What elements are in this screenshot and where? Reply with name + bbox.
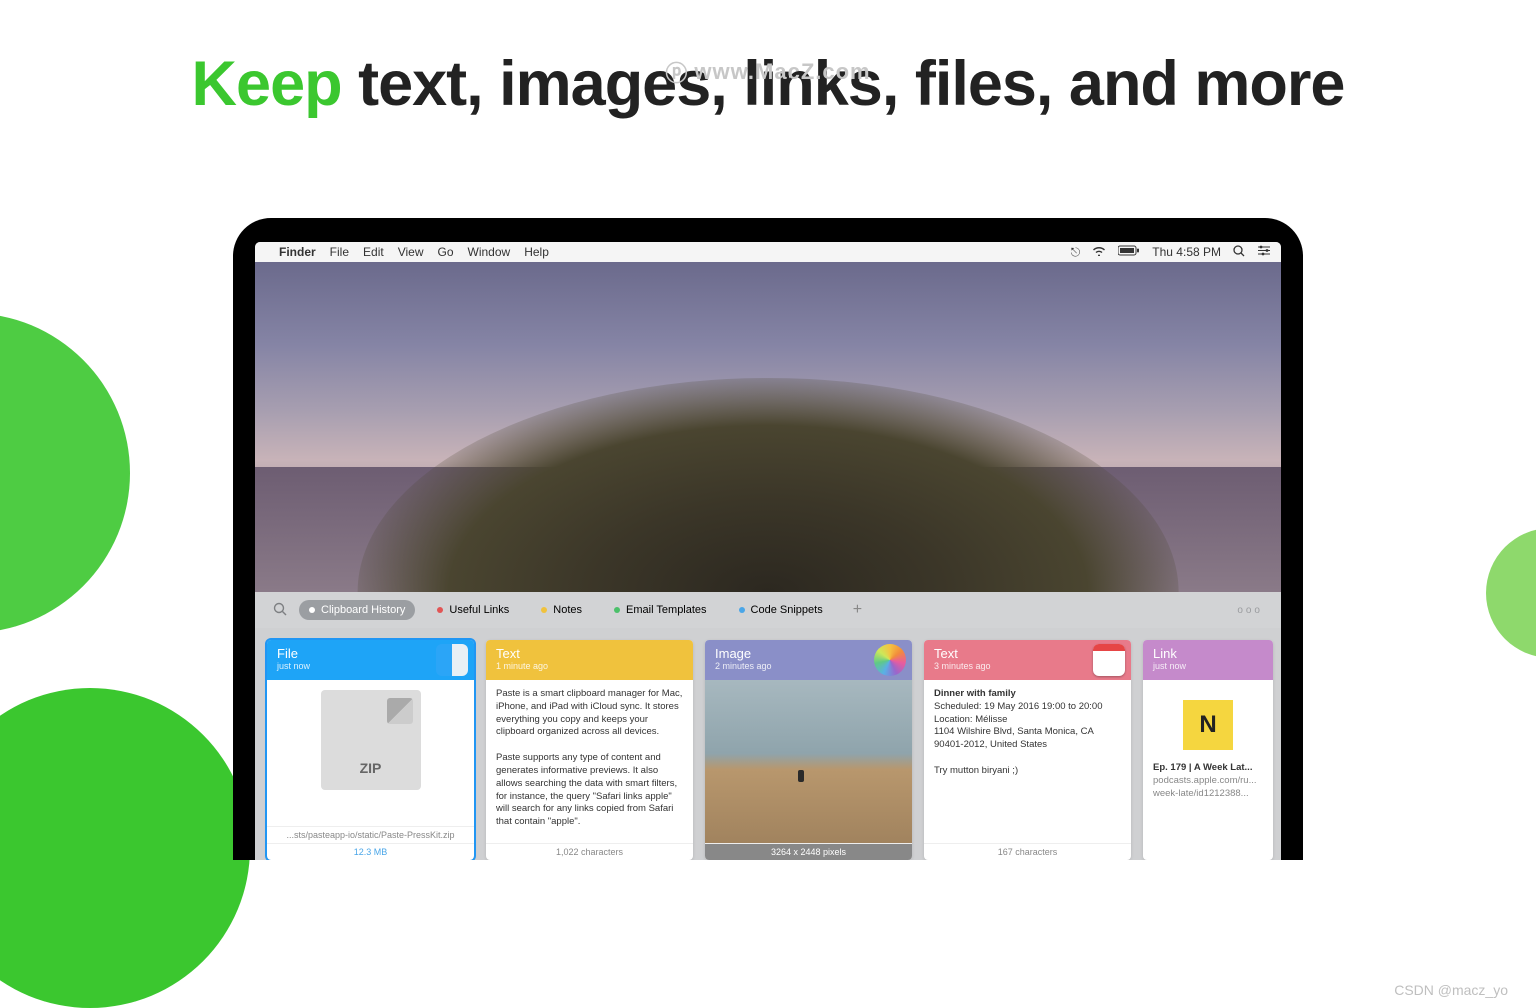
watermark-bottom: CSDN @macz_yo <box>1394 982 1508 998</box>
more-button[interactable]: ooo <box>1237 605 1263 616</box>
card-footer: 167 characters <box>924 843 1131 860</box>
paste-category-bar: Clipboard History Useful Links Notes Ema… <box>255 592 1281 628</box>
pill-notes[interactable]: Notes <box>531 600 592 620</box>
photos-icon <box>874 644 906 676</box>
text-paragraph: Paste supports any type of content and g… <box>496 752 683 829</box>
card-title: Text <box>496 646 683 661</box>
text-paragraph: Paste is a smart clipboard manager for M… <box>496 688 683 739</box>
card-title: Link <box>1153 646 1263 661</box>
decor-circle <box>0 313 130 633</box>
event-line: 1104 Wilshire Blvd, Santa Monica, CA 904… <box>934 726 1093 750</box>
link-url: podcasts.apple.com/ru... <box>1153 775 1257 786</box>
card-footer-size: 12.3 MB <box>267 843 474 860</box>
wifi-icon[interactable] <box>1092 245 1106 259</box>
menubar-item-window[interactable]: Window <box>468 245 511 259</box>
finder-icon <box>436 644 468 676</box>
menubar-app-name[interactable]: Finder <box>279 245 316 259</box>
menubar-time[interactable]: Thu 4:58 PM <box>1152 245 1221 259</box>
pill-email-templates[interactable]: Email Templates <box>604 600 717 620</box>
pill-clipboard-history[interactable]: Clipboard History <box>299 600 415 620</box>
battery-icon[interactable] <box>1118 245 1140 259</box>
menubar-item-go[interactable]: Go <box>438 245 454 259</box>
desktop-wallpaper <box>255 262 1281 592</box>
card-footer: 3264 x 2448 pixels <box>705 843 912 860</box>
add-category-button[interactable]: + <box>853 601 862 619</box>
laptop-mockup: Finder File Edit View Go Window Help ⎋ <box>233 218 1303 860</box>
search-icon[interactable] <box>273 602 287 619</box>
location-icon[interactable]: ⎋ <box>1071 245 1081 260</box>
spotlight-icon[interactable] <box>1233 245 1245 260</box>
link-title: Ep. 179 | A Week Lat... <box>1153 762 1252 773</box>
calendar-icon: 17 <box>1093 644 1125 676</box>
pill-code-snippets[interactable]: Code Snippets <box>729 600 833 620</box>
image-preview <box>705 680 912 843</box>
watermark-top: ⓟ www.MacZ.com <box>665 56 870 88</box>
menubar-item-file[interactable]: File <box>330 245 349 259</box>
link-thumbnail: N <box>1183 700 1233 750</box>
menubar-item-view[interactable]: View <box>398 245 424 259</box>
macos-menubar: Finder File Edit View Go Window Help ⎋ <box>255 242 1281 262</box>
card-text-calendar[interactable]: Text 3 minutes ago 17 Dinner with family… <box>924 640 1131 860</box>
decor-circle <box>0 688 250 1008</box>
card-text[interactable]: Text 1 minute ago Paste is a smart clipb… <box>486 640 693 860</box>
watermark-icon: ⓟ <box>665 56 688 88</box>
card-file[interactable]: File just now ZIP ...sts/pasteapp-io/sta… <box>267 640 474 860</box>
card-image[interactable]: Image 2 minutes ago 3264 x 2448 pixels <box>705 640 912 860</box>
event-title: Dinner with family <box>934 688 1016 699</box>
event-line: Location: Mélisse <box>934 714 1007 725</box>
card-footer: 1,022 characters <box>486 843 693 860</box>
card-footer: ...sts/pasteapp-io/static/Paste-PressKit… <box>267 826 474 843</box>
menubar-item-help[interactable]: Help <box>524 245 549 259</box>
link-url: week-late/id1212388... <box>1153 788 1249 799</box>
decor-circle <box>1486 528 1536 658</box>
zip-file-icon: ZIP <box>321 690 421 790</box>
card-subtitle: just now <box>1153 661 1263 671</box>
card-link[interactable]: Link just now N Ep. 179 | A Week Lat... … <box>1143 640 1273 860</box>
control-center-icon[interactable] <box>1257 245 1271 259</box>
menubar-item-edit[interactable]: Edit <box>363 245 384 259</box>
pill-useful-links[interactable]: Useful Links <box>427 600 519 620</box>
clipboard-cards-row: File just now ZIP ...sts/pasteapp-io/sta… <box>255 628 1281 860</box>
event-line: Try mutton biryani ;) <box>934 765 1018 776</box>
event-line: Scheduled: 19 May 2016 19:00 to 20:00 <box>934 701 1103 712</box>
card-subtitle: 1 minute ago <box>496 661 683 671</box>
